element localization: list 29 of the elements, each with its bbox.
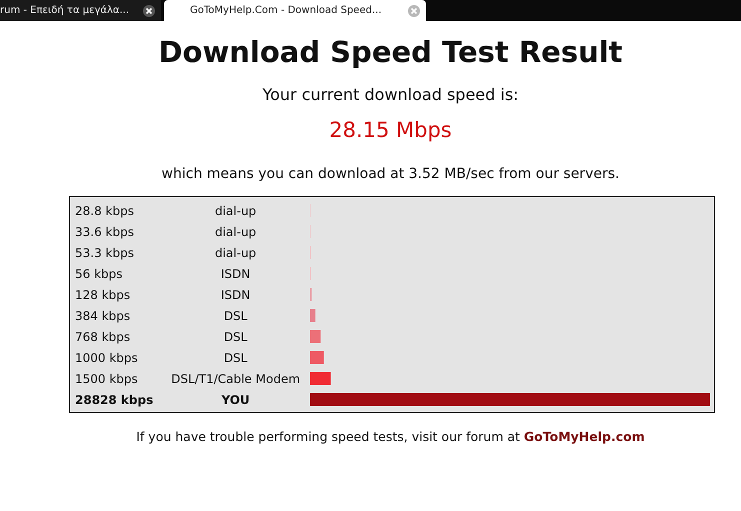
connection-type: YOU [220, 392, 251, 406]
speed-value: 28.15 Mbps [328, 118, 453, 142]
speed-label: 1500 kbps [74, 372, 139, 386]
site-link[interactable]: GoToMyHelp.com [524, 429, 645, 444]
connection-type: DSL [222, 308, 248, 322]
connection-type: dial-up [214, 204, 258, 218]
page-heading: Download Speed Test Result [157, 35, 624, 69]
connection-type: ISDN [220, 288, 252, 302]
speed-label: 53.3 kbps [74, 246, 135, 260]
speed-label: 768 kbps [74, 330, 132, 344]
explanation-text: which means you can download at 3.52 MB/sec from our servers. [160, 166, 620, 182]
browser-tab[interactable]: rum - Επειδή τα μεγάλα... [0, 0, 161, 21]
browser-tab[interactable]: GoToMyHelp.Com - Download Speed... [164, 0, 426, 21]
speed-label: 1000 kbps [74, 350, 139, 364]
connection-type: DSL/T1/Cable Modem [170, 372, 302, 386]
speed-label: 384 kbps [74, 308, 132, 322]
speed-label: 33.6 kbps [74, 224, 135, 238]
speed-label: 28828 kbps [74, 392, 154, 406]
footer-text: If you have trouble performing speed tests, visit our forum at GoToMyHelp.com [135, 429, 646, 444]
intro-text: Your current download speed is: [261, 85, 520, 104]
close-icon[interactable] [143, 4, 155, 16]
speed-label: 56 kbps [74, 266, 124, 280]
connection-type: DSL [222, 350, 248, 364]
connection-type: dial-up [214, 224, 258, 238]
speed-label: 128 kbps [74, 288, 132, 302]
connection-type: ISDN [220, 266, 252, 280]
speed-label: 28.8 kbps [74, 204, 135, 218]
connection-type: dial-up [214, 246, 258, 260]
connection-type: DSL [222, 330, 248, 344]
